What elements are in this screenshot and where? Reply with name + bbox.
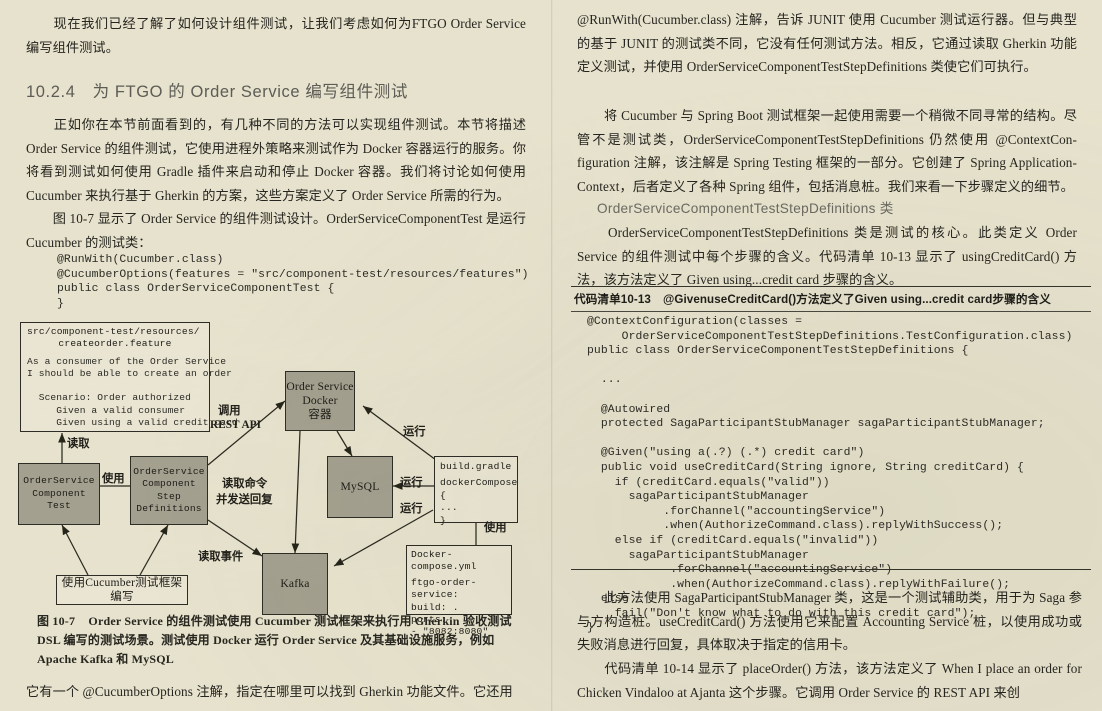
book-page-spread: 现在我们已经了解了如何设计组件测试，让我们考虑如何为FTGO Order Ser… (0, 0, 1102, 711)
diagram-box-order-service-docker-container: Order Service Docker 容器 (285, 371, 355, 431)
box-line: Kafka (280, 577, 310, 590)
feature-file-path-line1: src/component-test/resources/ (27, 326, 200, 337)
box-line: Component (142, 478, 196, 490)
diagram-box-written-with-cucumber: 使用Cucumber测试框架编写 (56, 575, 188, 605)
box-line: Step (157, 490, 181, 502)
edge-label-read-command-line1: 读取命令 (222, 478, 268, 490)
box-line: Component (32, 487, 86, 499)
box-line: Docker (302, 394, 338, 407)
diagram-box-step-definitions: OrderService Component Step Definitions (130, 456, 208, 525)
box-line: 容器 (308, 408, 332, 421)
left-paragraph-1: 正如你在本节前面看到的，有几种不同的方法可以实现组件测试。本节将描述 Order… (26, 117, 526, 203)
edge-label-call-rest-api-line2: REST API (210, 419, 261, 431)
box-line: Test (47, 500, 71, 512)
box-line: ... (440, 502, 458, 514)
diagram-box-kafka: Kafka (262, 553, 328, 615)
diagram-box-docker-compose-yml: Docker-compose.yml ftgo-order-service: b… (406, 545, 512, 637)
box-line: ftgo-order-service: (411, 576, 477, 601)
edge-label-run-1: 运行 (403, 426, 426, 438)
diagram-box-mysql: MySQL (327, 456, 393, 518)
feature-file-body: As a consumer of the Order Service I sho… (27, 355, 238, 428)
right-paragraph-4: 此方法使用 SagaParticipantStubManager 类，这是一个测… (577, 590, 1082, 652)
box-line: Docker-compose.yml (411, 549, 477, 573)
listing-rule-bottom (571, 569, 1091, 570)
right-paragraph-5: 代码清单 10-14 显示了 placeOrder() 方法，该方法定义了 Wh… (577, 661, 1082, 700)
figure-caption-label: 图 10-7 (37, 614, 76, 628)
edge-label-run-3: 运行 (400, 503, 423, 515)
edge-label-read-events: 读取事件 (198, 551, 244, 563)
feature-file-path-line2: createorder.feature (58, 338, 172, 350)
figure-caption-text: Order Service 的组件测试使用 Cucumber 测试框架来执行用 … (37, 614, 512, 666)
diagram-box-build-gradle: build.gradle dockerCompose { ... } (434, 456, 518, 526)
left-paragraph-2: 图 10-7 显示了 Order Service 的组件测试设计。OrderSe… (26, 211, 526, 250)
left-intro-paragraph: 现在我们已经了解了如何设计组件测试，让我们考虑如何为FTGO Order Ser… (26, 16, 526, 55)
box-line: build.gradle (440, 461, 512, 472)
edge-label-run-2: 运行 (400, 477, 423, 489)
left-column: 现在我们已经了解了如何设计组件测试，让我们考虑如何为FTGO Order Ser… (0, 0, 551, 711)
page-seam (551, 0, 553, 711)
figure-caption: 图 10-7 Order Service 的组件测试使用 Cucumber 测试… (37, 612, 527, 669)
edge-label-call-rest-api-line1: 调用 (218, 405, 241, 417)
edge-label-use-2: 使用 (484, 522, 507, 534)
box-line: 使用Cucumber测试框架编写 (61, 576, 183, 603)
figure-10-7-diagram: src/component-test/resources/ createorde… (0, 322, 551, 637)
right-column: @RunWith(Cucumber.class) 注解，告诉 JUNIT 使用 … (551, 0, 1102, 711)
box-line: MySQL (340, 480, 380, 493)
order-service-component-test-code: @RunWith(Cucumber.class) @CucumberOption… (57, 254, 529, 310)
diagram-box-feature-file: src/component-test/resources/ createorde… (20, 322, 238, 432)
diagram-box-order-service-component-test: OrderService Component Test (18, 463, 100, 525)
edge-label-use: 使用 (102, 473, 125, 485)
box-line: OrderService (23, 475, 95, 487)
box-line: Order Service (286, 380, 354, 393)
edge-label-read-command-line2: 并发送回复 (216, 494, 273, 506)
edge-label-read: 读取 (67, 438, 90, 450)
box-line: Definitions (136, 502, 202, 514)
box-line: dockerCompose { (440, 477, 518, 501)
left-paragraph-3: 它有一个 @CucumberOptions 注解，指定在哪里可以找到 Gherk… (26, 684, 513, 699)
section-heading-10-2-4: 10.2.4 为 FTGO 的 Order Service 编写组件测试 (26, 83, 408, 101)
box-line: OrderService (133, 465, 205, 477)
